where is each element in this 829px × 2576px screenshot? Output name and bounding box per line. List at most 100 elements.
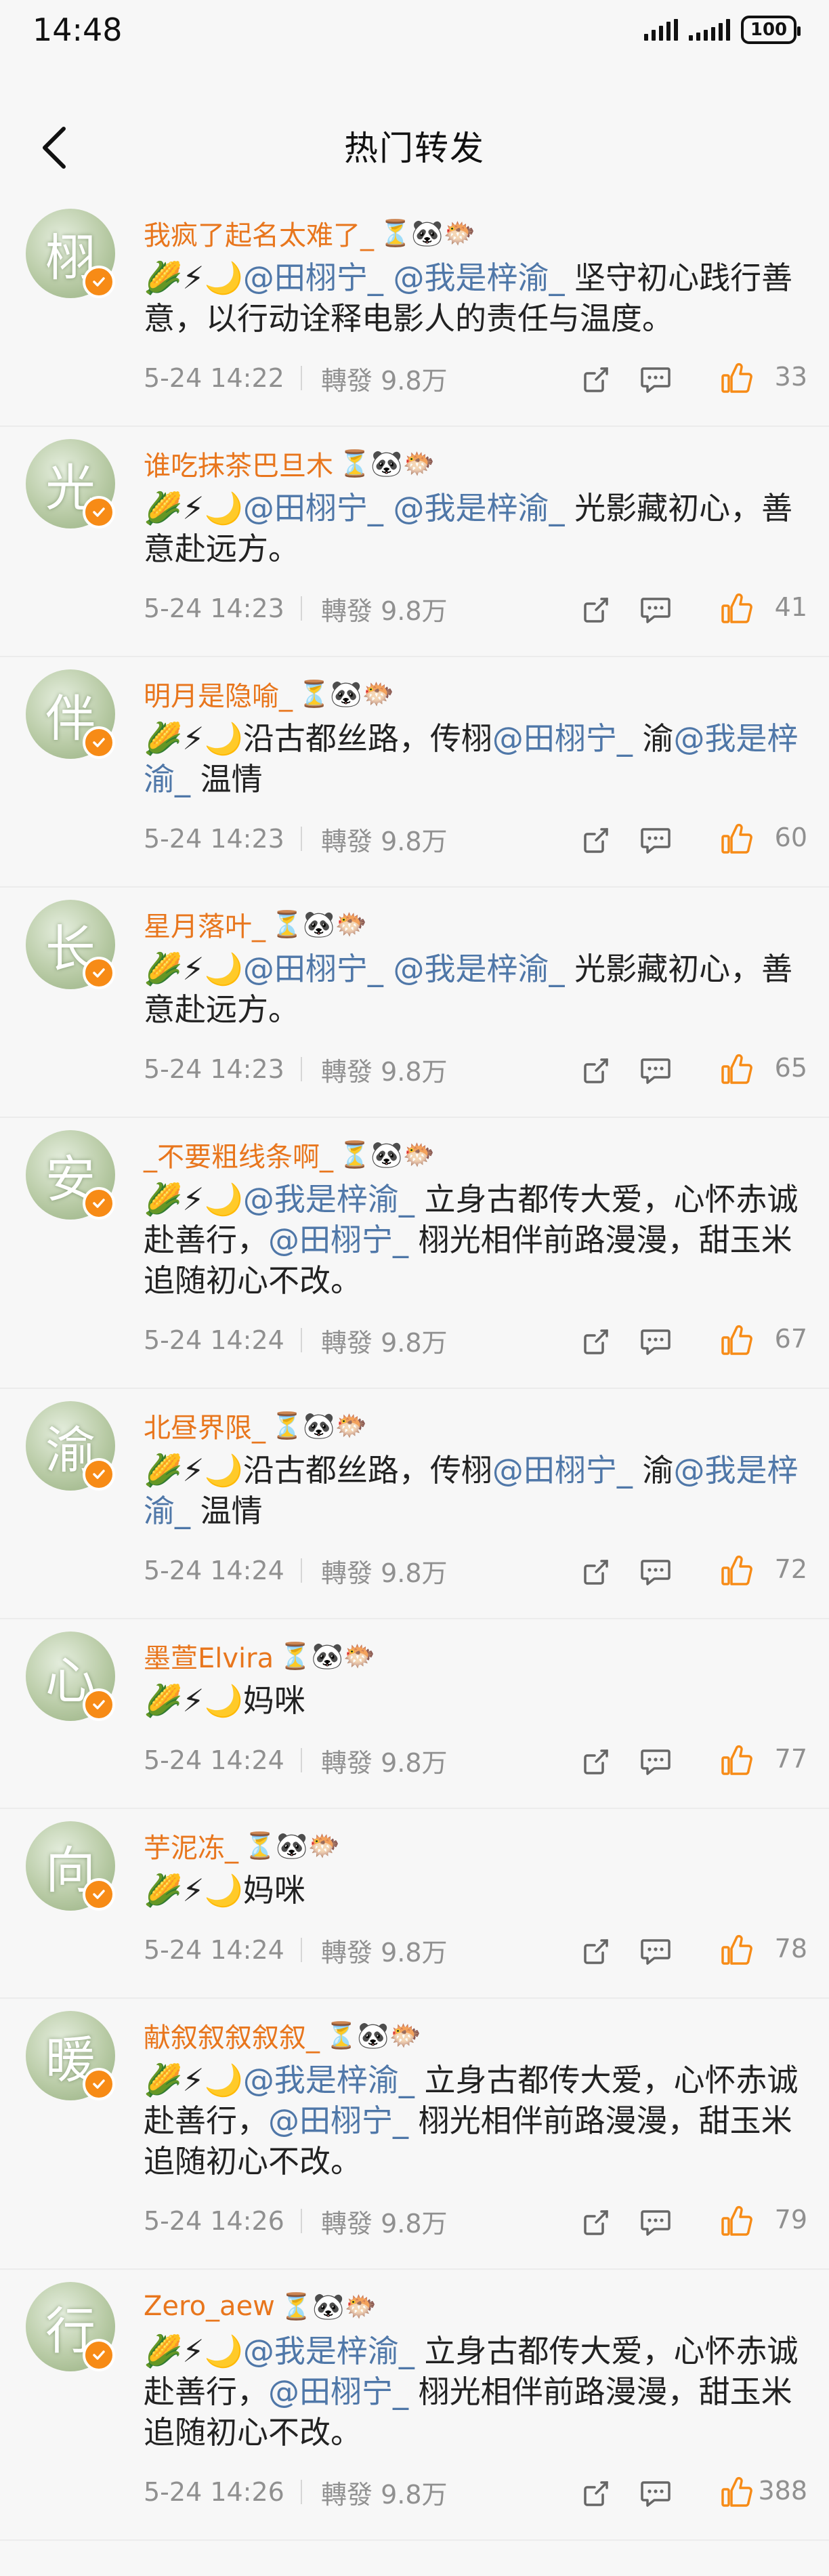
battery-icon: 100 bbox=[741, 16, 801, 44]
verified-badge-icon bbox=[83, 1688, 115, 1721]
mention-link[interactable]: @田栩宁_ bbox=[492, 720, 633, 757]
comment-icon[interactable] bbox=[639, 1056, 672, 1085]
mention-link[interactable]: @我是梓渝_ bbox=[243, 2333, 414, 2369]
mention-link[interactable]: @我是梓渝_ bbox=[393, 259, 564, 296]
repost-count: 轉發 9.8万 bbox=[321, 1747, 448, 1778]
verified-badge-icon bbox=[83, 2339, 115, 2371]
username-row: 芋泥冻_ ⏳🐼🐡 bbox=[144, 1827, 340, 1865]
post-time: 5-24 14:24 bbox=[144, 1745, 284, 1775]
repost-content: 🌽⚡🌙@田栩宁_ @我是梓渝_ 光影藏初心，善意赴远方。 bbox=[144, 488, 807, 569]
username[interactable]: 献叙叙叙叙叙_ bbox=[144, 2016, 320, 2055]
battery-level: 100 bbox=[750, 20, 788, 40]
comment-icon[interactable] bbox=[639, 2207, 672, 2237]
mention-link[interactable]: @田栩宁_ bbox=[268, 2102, 408, 2139]
username[interactable]: 墨萱Elvira bbox=[144, 1636, 274, 1676]
content-text: 🌽⚡🌙 bbox=[144, 490, 243, 526]
comment-icon[interactable] bbox=[639, 595, 672, 625]
post-time: 5-24 14:24 bbox=[144, 1556, 284, 1585]
mention-link[interactable]: @我是梓渝_ bbox=[243, 2062, 414, 2098]
post-time: 5-24 14:23 bbox=[144, 594, 284, 623]
share-icon[interactable] bbox=[581, 1056, 611, 1085]
repost-item[interactable]: 行 Zero_aew ⏳🐼🐡 🌽⚡🌙@我是梓渝_ 立身古都传大爱，心怀赤诚赴善行… bbox=[0, 2270, 829, 2541]
meta-row: 5-24 14:24 轉發 9.8万 77 bbox=[144, 1740, 807, 1781]
divider bbox=[301, 596, 302, 621]
comment-icon[interactable] bbox=[639, 825, 672, 855]
username-row: 北昼界限_ ⏳🐼🐡 bbox=[144, 1407, 367, 1445]
status-time: 14:48 bbox=[33, 12, 123, 48]
username[interactable]: 芋泥冻_ bbox=[144, 1826, 238, 1865]
share-icon[interactable] bbox=[581, 2207, 611, 2237]
comment-icon[interactable] bbox=[639, 365, 672, 394]
repost-count: 轉發 9.8万 bbox=[321, 2208, 448, 2239]
share-icon[interactable] bbox=[581, 1747, 611, 1777]
repost-content: 🌽⚡🌙@我是梓渝_ 立身古都传大爱，心怀赤诚赴善行，@田栩宁_ 栩光相伴前路漫漫… bbox=[144, 2060, 807, 2182]
share-icon[interactable] bbox=[581, 1327, 611, 1356]
share-icon[interactable] bbox=[581, 2478, 611, 2508]
repost-item[interactable]: 向 芋泥冻_ ⏳🐼🐡 🌽⚡🌙妈咪 5-24 14:24 轉發 9.8万 78 bbox=[0, 1809, 829, 1999]
repost-count: 轉發 9.8万 bbox=[321, 365, 448, 396]
signal-icon-2 bbox=[689, 19, 730, 41]
username-row: _不要粗线条啊_ ⏳🐼🐡 bbox=[144, 1136, 435, 1173]
username[interactable]: Zero_aew bbox=[144, 2291, 275, 2322]
comment-icon[interactable] bbox=[639, 2478, 672, 2508]
username[interactable]: 谁吃抹茶巴旦木 bbox=[144, 444, 333, 483]
divider bbox=[301, 2480, 302, 2504]
user-badges: ⏳🐼🐡 bbox=[379, 217, 475, 248]
content-text: 🌽⚡🌙妈咪 bbox=[144, 1872, 305, 1909]
content-text: 温情 bbox=[190, 1493, 263, 1529]
mention-link[interactable]: @田栩宁_ bbox=[243, 259, 383, 296]
meta-row: 5-24 14:26 轉發 9.8万 79 bbox=[144, 2201, 807, 2241]
comment-icon[interactable] bbox=[639, 1557, 672, 1587]
mention-link[interactable]: @田栩宁_ bbox=[243, 490, 383, 526]
share-icon[interactable] bbox=[581, 365, 611, 394]
repost-count: 轉發 9.8万 bbox=[321, 1327, 448, 1358]
username[interactable]: 我疯了起名太难了_ bbox=[144, 213, 374, 253]
comment-icon[interactable] bbox=[639, 1936, 672, 1966]
repost-item[interactable]: 光 谁吃抹茶巴旦木 ⏳🐼🐡 🌽⚡🌙@田栩宁_ @我是梓渝_ 光影藏初心，善意赴远… bbox=[0, 427, 829, 657]
username[interactable]: 北昼界限_ bbox=[144, 1406, 265, 1445]
mention-link[interactable]: @我是梓渝_ bbox=[393, 951, 564, 987]
username[interactable]: 明月是隐喻_ bbox=[144, 674, 293, 713]
repost-item[interactable]: 伴 明月是隐喻_ ⏳🐼🐡 🌽⚡🌙沿古都丝路，传栩@田栩宁_ 渝@我是梓渝_ 温情… bbox=[0, 657, 829, 888]
content-text: 🌽⚡🌙 bbox=[144, 1181, 243, 1218]
mention-link[interactable]: @我是梓渝_ bbox=[393, 490, 564, 526]
repost-item[interactable]: 暖 献叙叙叙叙叙_ ⏳🐼🐡 🌽⚡🌙@我是梓渝_ 立身古都传大爱，心怀赤诚赴善行，… bbox=[0, 1999, 829, 2270]
content-text: 🌽⚡🌙 bbox=[144, 2062, 243, 2098]
meta-row: 5-24 14:24 轉發 9.8万 78 bbox=[144, 1930, 807, 1970]
repost-item[interactable]: 栩 我疯了起名太难了_ ⏳🐼🐡 🌽⚡🌙@田栩宁_ @我是梓渝_ 坚守初心践行善意… bbox=[0, 196, 829, 427]
verified-badge-icon bbox=[83, 1878, 115, 1911]
mention-link[interactable]: @田栩宁_ bbox=[492, 1452, 633, 1489]
mention-link[interactable]: @田栩宁_ bbox=[268, 2373, 408, 2410]
post-time: 5-24 14:23 bbox=[144, 1054, 284, 1084]
repost-item[interactable]: 安 _不要粗线条啊_ ⏳🐼🐡 🌽⚡🌙@我是梓渝_ 立身古都传大爱，心怀赤诚赴善行… bbox=[0, 1118, 829, 1389]
comment-icon[interactable] bbox=[639, 1327, 672, 1356]
verified-badge-icon bbox=[83, 496, 115, 528]
verified-badge-icon bbox=[83, 957, 115, 989]
repost-count: 轉發 9.8万 bbox=[321, 1056, 448, 1087]
repost-item[interactable]: 渝 北昼界限_ ⏳🐼🐡 🌽⚡🌙沿古都丝路，传栩@田栩宁_ 渝@我是梓渝_ 温情 … bbox=[0, 1389, 829, 1619]
username[interactable]: _不要粗线条啊_ bbox=[144, 1135, 333, 1174]
mention-link[interactable]: @我是梓渝_ bbox=[243, 1181, 414, 1218]
back-button[interactable] bbox=[27, 121, 81, 175]
content-text: 🌽⚡🌙沿古都丝路，传栩 bbox=[144, 720, 492, 757]
divider bbox=[301, 2209, 302, 2233]
content-text bbox=[383, 490, 394, 526]
mention-link[interactable]: @田栩宁_ bbox=[243, 951, 383, 987]
share-icon[interactable] bbox=[581, 1557, 611, 1587]
share-icon[interactable] bbox=[581, 825, 611, 855]
share-icon[interactable] bbox=[581, 1936, 611, 1966]
username-row: 明月是隐喻_ ⏳🐼🐡 bbox=[144, 675, 394, 713]
divider bbox=[301, 366, 302, 390]
repost-item[interactable]: 长 星月落叶_ ⏳🐼🐡 🌽⚡🌙@田栩宁_ @我是梓渝_ 光影藏初心，善意赴远方。… bbox=[0, 888, 829, 1118]
username[interactable]: 星月落叶_ bbox=[144, 905, 265, 944]
verified-badge-icon bbox=[83, 1187, 115, 1220]
mention-link[interactable]: @田栩宁_ bbox=[268, 1222, 408, 1258]
share-icon[interactable] bbox=[581, 595, 611, 625]
status-bar: 14:48 100 bbox=[0, 0, 829, 115]
repost-item[interactable]: 心 墨萱Elvira ⏳🐼🐡 🌽⚡🌙妈咪 5-24 14:24 轉發 9.8万 … bbox=[0, 1619, 829, 1809]
repost-content: 🌽⚡🌙@田栩宁_ @我是梓渝_ 光影藏初心，善意赴远方。 bbox=[144, 949, 807, 1030]
content-text: 🌽⚡🌙妈咪 bbox=[144, 1682, 305, 1719]
comment-icon[interactable] bbox=[639, 1747, 672, 1777]
like-count: 78 bbox=[774, 1934, 807, 1964]
divider bbox=[301, 1938, 302, 1962]
